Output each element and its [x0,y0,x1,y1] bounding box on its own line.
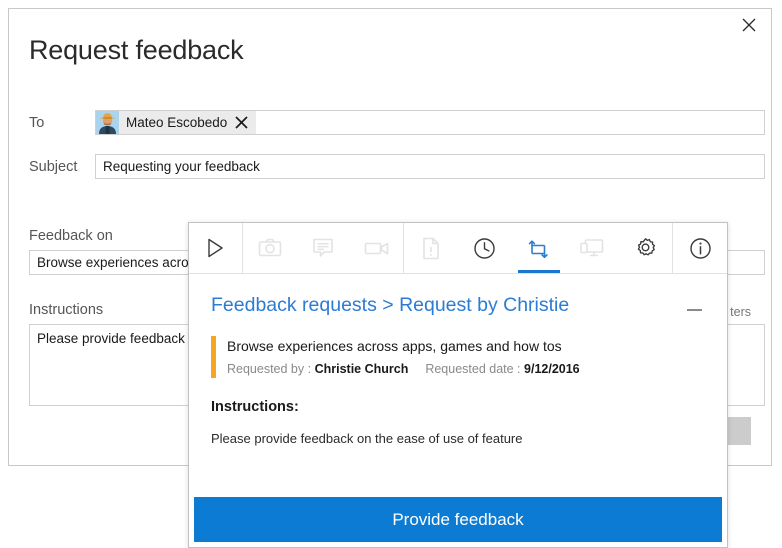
info-icon[interactable] [673,223,727,273]
remove-recipient-icon[interactable] [235,116,248,129]
gear-icon[interactable] [619,223,674,273]
subject-row: Subject Requesting your feedback [29,154,765,179]
video-camera-icon [350,223,405,273]
avatar [96,111,119,134]
comment-icon [297,223,351,273]
request-summary: Browse experiences across apps, games an… [211,336,705,379]
close-icon[interactable] [727,9,771,41]
breadcrumb-row: Feedback requests > Request by Christie [211,274,705,320]
presentation-icon [566,223,620,273]
breadcrumb[interactable]: Feedback requests > Request by Christie [211,294,569,317]
requested-by-label: Requested by : [227,362,312,377]
page-title: Request feedback [29,35,244,65]
feedback-request-popup: Feedback requests > Request by Christie … [188,222,728,548]
requested-by-value: Christie Church [314,362,409,377]
minimize-icon[interactable] [683,300,705,320]
popup-instructions-heading: Instructions: [211,399,299,416]
to-row: To Mateo Escobedo [29,110,765,135]
popup-toolbar [189,223,727,274]
document-icon [404,223,458,273]
requested-date-label: Requested date : [425,362,521,377]
play-icon[interactable] [189,223,243,273]
provide-feedback-button[interactable]: Provide feedback [194,497,722,542]
subject-label: Subject [29,158,78,175]
recipient-chip[interactable]: Mateo Escobedo [96,111,257,134]
accent-bar [211,336,216,379]
repeat-icon[interactable] [512,223,566,273]
popup-content: Feedback requests > Request by Christie … [189,274,727,497]
request-title: Browse experiences across apps, games an… [227,338,562,354]
to-input[interactable]: Mateo Escobedo [95,110,765,135]
camera-icon [243,223,297,273]
clock-icon[interactable] [458,223,512,273]
popup-instructions-body: Please provide feedback on the ease of u… [211,431,523,447]
requested-date-value: 9/12/2016 [524,362,580,377]
to-label: To [29,114,45,131]
character-counter: ters [730,305,751,319]
subject-input[interactable]: Requesting your feedback [95,154,765,179]
recipient-name: Mateo Escobedo [126,115,228,130]
request-meta: Requested by : Christie Church Requested… [227,360,580,378]
